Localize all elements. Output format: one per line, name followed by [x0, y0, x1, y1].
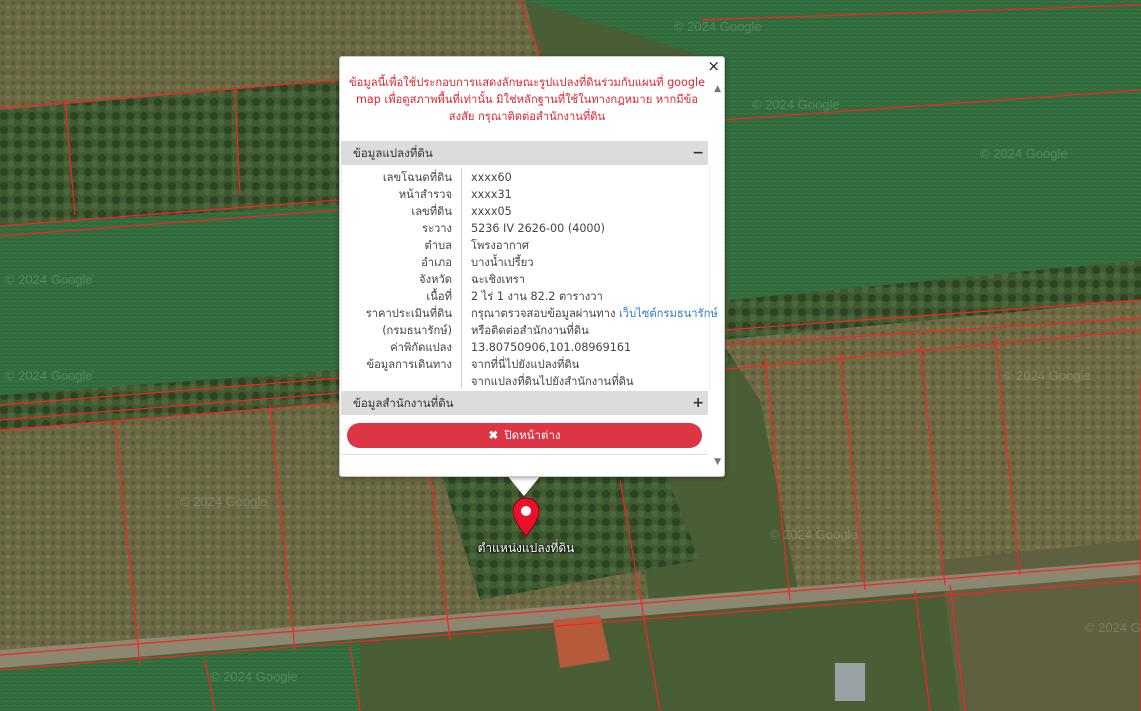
row-label: ราคาประเมินที่ดิน — [365, 307, 452, 320]
close-button-label: ปิดหน้าต่าง — [504, 430, 561, 442]
row-label: ตำบล — [424, 239, 452, 252]
info-row: (กรมธนารักษ์) หรือติดต่อสำนักงานที่ดิน — [342, 322, 709, 339]
panel-land-info-header[interactable]: ข้อมูลแปลงที่ดิน − — [341, 141, 708, 165]
disclaimer-notice: ข้อมูลนี้เพื่อใช้ประกอบการแสดงลักษณะรูปแ… — [349, 76, 705, 123]
treasury-website-link[interactable]: เว็บไซต์กรมธนารักษ์ — [619, 307, 718, 320]
popup-tail — [506, 474, 542, 496]
info-row: เลขที่ดิน xxxx05 — [342, 203, 709, 220]
close-icon[interactable]: × — [707, 57, 720, 75]
google-watermark: © 2024 Google — [5, 368, 93, 383]
row-value: 5236 IV 2626-00 (4000) — [471, 222, 606, 235]
info-row: ตำบล โพรงอากาศ — [342, 237, 709, 254]
row-label: จังหวัด — [419, 273, 452, 286]
panel-title: ข้อมูลสำนักงานที่ดิน — [353, 396, 454, 410]
appraisal-text: กรุณาตรวจสอบข้อมูลผ่านทาง — [471, 307, 619, 320]
row-label: (กรมธนารักษ์) — [382, 324, 452, 337]
google-watermark: © 2024 Google — [5, 272, 93, 287]
directions-to-office-link[interactable]: จากแปลงที่ดินไปยังสำนักงานที่ดิน — [471, 373, 711, 390]
row-value: บางน้ำเปรี้ยว — [471, 256, 534, 269]
info-popup: × ▲ ข้อมูลนี้เพื่อใช้ประกอบการแสดงลักษณะ… — [339, 56, 725, 477]
scroll-up-icon[interactable]: ▲ — [714, 84, 721, 94]
row-label: ระวาง — [421, 222, 452, 235]
row-value: xxxx31 — [471, 188, 512, 201]
google-watermark: © 2024 Google — [1003, 368, 1091, 383]
google-watermark: © 2024 Google — [1085, 620, 1141, 635]
info-row: ราคาประเมินที่ดิน กรุณาตรวจสอบข้อมูลผ่าน… — [342, 305, 718, 322]
row-value: 2 ไร่ 1 งาน 82.2 ตารางวา — [471, 290, 603, 303]
row-label: เลขโฉนดที่ดิน — [382, 171, 452, 184]
row-label: ค่าพิกัดแปลง — [390, 341, 452, 354]
row-value: xxxx60 — [471, 171, 512, 184]
row-value: กรุณาตรวจสอบข้อมูลผ่านทาง เว็บไซต์กรมธนา… — [471, 305, 718, 322]
google-watermark: © 2024 Google — [674, 19, 762, 34]
info-row: หน้าสำรวจ xxxx31 — [342, 186, 709, 203]
row-label: ข้อมูลการเดินทาง — [366, 358, 452, 371]
google-watermark: © 2024 Google — [180, 494, 268, 509]
close-window-button[interactable]: ✖ ปิดหน้าต่าง — [347, 423, 702, 448]
row-value: xxxx05 — [471, 205, 512, 218]
info-row: เลขโฉนดที่ดิน xxxx60 — [342, 169, 709, 186]
row-value: ฉะเชิงเทรา — [471, 273, 525, 286]
info-row: จังหวัด ฉะเชิงเทรา — [342, 271, 709, 288]
collapse-icon[interactable]: − — [692, 141, 704, 165]
google-watermark: © 2024 Google — [210, 669, 298, 684]
row-label: อำเภอ — [421, 256, 452, 269]
row-value: โพรงอากาศ — [471, 239, 530, 252]
google-watermark: © 2024 Google — [752, 97, 840, 112]
info-row: ระวาง 5236 IV 2626-00 (4000) — [342, 220, 709, 237]
scroll-down-icon[interactable]: ▼ — [714, 457, 721, 467]
info-row: ข้อมูลการเดินทาง จากที่นี่ไปยังแปลงที่ดิ… — [342, 356, 709, 373]
info-row: เนื้อที่ 2 ไร่ 1 งาน 82.2 ตารางวา — [342, 288, 709, 305]
divider — [341, 454, 708, 455]
coordinates-link[interactable]: 13.80750906,101.08969161 — [471, 339, 711, 356]
location-pin-icon[interactable] — [511, 497, 541, 537]
row-label: หน้าสำรวจ — [398, 188, 452, 201]
panel-title: ข้อมูลแปลงที่ดิน — [353, 146, 433, 160]
info-row: จากแปลงที่ดินไปยังสำนักงานที่ดิน — [342, 373, 709, 390]
close-icon: ✖ — [488, 430, 499, 442]
info-row: อำเภอ บางน้ำเปรี้ยว — [342, 254, 709, 271]
google-watermark: © 2024 Google — [770, 527, 858, 542]
google-watermark: © 2024 Google — [980, 146, 1068, 161]
row-label: เลขที่ดิน — [411, 205, 452, 218]
expand-icon[interactable]: + — [692, 391, 704, 415]
info-row: ค่าพิกัดแปลง 13.80750906,101.08969161 — [342, 339, 709, 356]
directions-to-parcel-link[interactable]: จากที่นี่ไปยังแปลงที่ดิน — [471, 356, 711, 373]
land-info-table: เลขโฉนดที่ดิน xxxx60 หน้าสำรวจ xxxx31 เล… — [341, 165, 718, 391]
row-label: เนื้อที่ — [426, 290, 452, 303]
row-value: หรือติดต่อสำนักงานที่ดิน — [471, 324, 589, 337]
panel-office-info-header[interactable]: ข้อมูลสำนักงานที่ดิน + — [341, 391, 708, 415]
marker-label: ตำแหน่งแปลงที่ดิน — [477, 541, 575, 555]
